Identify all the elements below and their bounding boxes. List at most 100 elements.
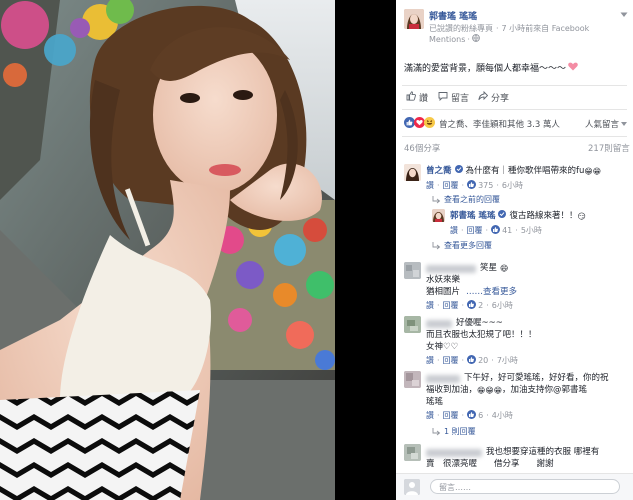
haha-reaction-icon bbox=[424, 117, 435, 131]
commenter-avatar[interactable] bbox=[404, 316, 421, 333]
replies-count-label: 1 則回覆 bbox=[444, 427, 476, 436]
liked-page-label: 已說讚的粉絲專頁 bbox=[429, 24, 493, 33]
comment-2-line2: 水妖來樂 bbox=[426, 275, 461, 285]
post-photo[interactable] bbox=[0, 0, 396, 500]
like-count-icon bbox=[491, 225, 501, 236]
portrait-image bbox=[0, 0, 396, 500]
reply-author[interactable]: 郭書瑤 瑤瑤 bbox=[450, 211, 495, 222]
blurred-name bbox=[426, 449, 482, 457]
comment-reply-button[interactable]: 回覆 bbox=[443, 410, 459, 421]
like-count-icon bbox=[467, 180, 477, 191]
comment-4-line2: 福收到加油， 😁😁😁 ，加油支持你@郭書瑤 bbox=[426, 385, 587, 396]
comment-text: 為什麼有｜種你歌伴唱帶來的fu bbox=[465, 165, 585, 176]
see-more-link[interactable]: ……查看更多 bbox=[466, 287, 517, 298]
comment-like-count[interactable]: 375 bbox=[478, 181, 493, 190]
commenter-avatar[interactable] bbox=[404, 164, 421, 181]
reply-arrow-icon bbox=[432, 427, 441, 435]
comment-like-count[interactable]: 2 bbox=[478, 301, 483, 310]
view-replies[interactable]: 1 則回覆 bbox=[432, 426, 476, 437]
comment-like-button[interactable]: 讚 bbox=[426, 300, 434, 311]
blurred-name bbox=[426, 265, 476, 273]
chevron-down-icon[interactable] bbox=[620, 11, 628, 21]
reply-like-button[interactable]: 讚 bbox=[450, 225, 458, 236]
blurred-name bbox=[426, 320, 452, 328]
like-count-icon bbox=[467, 355, 477, 366]
comment-emoji: 😁😁😁 bbox=[477, 386, 503, 395]
comment-emoji: 😁😁 bbox=[584, 166, 602, 176]
comment-time[interactable]: 7小時 bbox=[497, 355, 518, 366]
author-avatar[interactable] bbox=[404, 9, 424, 29]
comment-time[interactable]: 4小時 bbox=[492, 410, 513, 421]
comment-time[interactable]: 6小時 bbox=[492, 300, 513, 311]
like-button[interactable]: 讚 bbox=[406, 91, 428, 104]
comment-4: 下午好，好可愛瑤瑤，好好看，你的祝 bbox=[464, 373, 609, 383]
comment-input[interactable]: 留言…… bbox=[430, 479, 620, 494]
view-more-label: 查看更多回覆 bbox=[444, 241, 492, 250]
comments-count[interactable]: 217則留言 bbox=[588, 142, 630, 154]
comment-3-line2: 而且衣服也太犯規了吧！！！ bbox=[426, 330, 537, 340]
commenter-avatar[interactable] bbox=[404, 444, 421, 461]
divider bbox=[402, 85, 627, 86]
comment-3-line3: 女神♡♡ bbox=[426, 342, 459, 352]
reply-1: 郭書瑤 瑤瑤 復古路線來著！！ 😏 bbox=[450, 210, 586, 222]
comment-time[interactable]: 6小時 bbox=[502, 180, 523, 191]
comment-reply-button[interactable]: 回覆 bbox=[443, 300, 459, 311]
comment-like-count[interactable]: 6 bbox=[478, 411, 483, 420]
comment-text: 笑星 bbox=[480, 263, 498, 273]
share-button[interactable]: 分享 bbox=[478, 90, 510, 104]
post-sidebar: 郭書瑤 瑤瑤 已說讚的粉絲專頁 · 7 小時前來自 Facebook Menti… bbox=[396, 0, 633, 500]
sort-label: 人氣留言 bbox=[585, 120, 620, 130]
reactions-text: 曾之喬、李佳穎和其他 3.3 萬人 bbox=[439, 120, 560, 130]
post-time[interactable]: 7 小時前來自 Facebook bbox=[502, 23, 590, 34]
comment-text-line3: 猶相圖片 bbox=[426, 287, 461, 297]
reply-avatar[interactable] bbox=[432, 209, 445, 222]
comment-2-line3: 猶相圖片 ……查看更多 bbox=[426, 287, 517, 298]
comment-3-actions: 讚 · 回覆 · 20 · 7小時 bbox=[426, 355, 518, 366]
like-count-icon bbox=[467, 410, 477, 421]
comment-text-line2: 福收到加油， bbox=[426, 385, 478, 395]
like-label: 讚 bbox=[419, 94, 429, 104]
comment-5: 我也想要穿這種的衣服 哪裡有 bbox=[486, 447, 600, 457]
comment-2: 笑星 😄 bbox=[480, 263, 508, 274]
verified-badge-icon bbox=[454, 165, 463, 177]
comment-text-tail: ，加油支持你@郭書瑤 bbox=[502, 385, 588, 395]
comment-1-actions: 讚 · 回覆 · 375 · 6小時 bbox=[426, 180, 524, 191]
heart-emoji-icon bbox=[568, 62, 578, 74]
reply-arrow-icon bbox=[432, 195, 441, 203]
share-icon bbox=[478, 90, 489, 104]
comment-2-actions: 讚 · 回覆 · 2 · 6小時 bbox=[426, 300, 513, 311]
shares-count[interactable]: 46個分享 bbox=[404, 142, 440, 154]
share-label: 分享 bbox=[491, 94, 510, 104]
reply-reply-button[interactable]: 回覆 bbox=[467, 225, 483, 236]
reply-time[interactable]: 5小時 bbox=[521, 225, 542, 236]
comment-like-count[interactable]: 20 bbox=[478, 356, 488, 365]
globe-icon bbox=[472, 34, 480, 44]
author-name[interactable]: 郭書瑤 瑤瑤 bbox=[429, 9, 477, 22]
like-count-icon bbox=[467, 300, 477, 311]
comment-like-button[interactable]: 讚 bbox=[426, 355, 434, 366]
sort-comments[interactable]: 人氣留言 bbox=[585, 118, 628, 130]
commenter-avatar[interactable] bbox=[404, 371, 421, 388]
comment-reply-button[interactable]: 回覆 bbox=[443, 180, 459, 191]
post-meta-line2: Mentions · bbox=[429, 34, 480, 44]
reactions-summary[interactable]: 曾之喬、李佳穎和其他 3.3 萬人 bbox=[404, 117, 560, 131]
divider bbox=[402, 109, 627, 110]
comment-like-button[interactable]: 讚 bbox=[426, 180, 434, 191]
reply-1-actions: 讚 · 回覆 · 41 · 5小時 bbox=[450, 225, 542, 236]
reply-like-count[interactable]: 41 bbox=[502, 226, 512, 235]
comment-button[interactable]: 留言 bbox=[438, 91, 469, 104]
blurred-name bbox=[426, 375, 460, 383]
caption-text: 滿滿的愛當背景，願每個人都幸福～～～ bbox=[404, 64, 567, 74]
comment-5-line2: 賣 很漂亮喔 借分享 謝謝 bbox=[426, 459, 554, 469]
comment-like-button[interactable]: 讚 bbox=[426, 410, 434, 421]
comment-icon bbox=[438, 91, 448, 104]
comment-author[interactable]: 曾之喬 bbox=[426, 166, 452, 177]
comment-1: 曾之喬 為什麼有｜種你歌伴唱帶來的fu 😁😁 bbox=[426, 165, 601, 177]
view-more-replies[interactable]: 查看更多回覆 bbox=[432, 240, 492, 251]
mentions-link[interactable]: Mentions bbox=[429, 35, 465, 44]
comment-composer: 留言…… bbox=[396, 473, 633, 500]
view-earlier-replies[interactable]: 查看之前的回覆 bbox=[432, 194, 500, 205]
comment-reply-button[interactable]: 回覆 bbox=[443, 355, 459, 366]
comment-4-line3: 瑤瑤 bbox=[426, 397, 444, 407]
commenter-avatar[interactable] bbox=[404, 262, 421, 279]
